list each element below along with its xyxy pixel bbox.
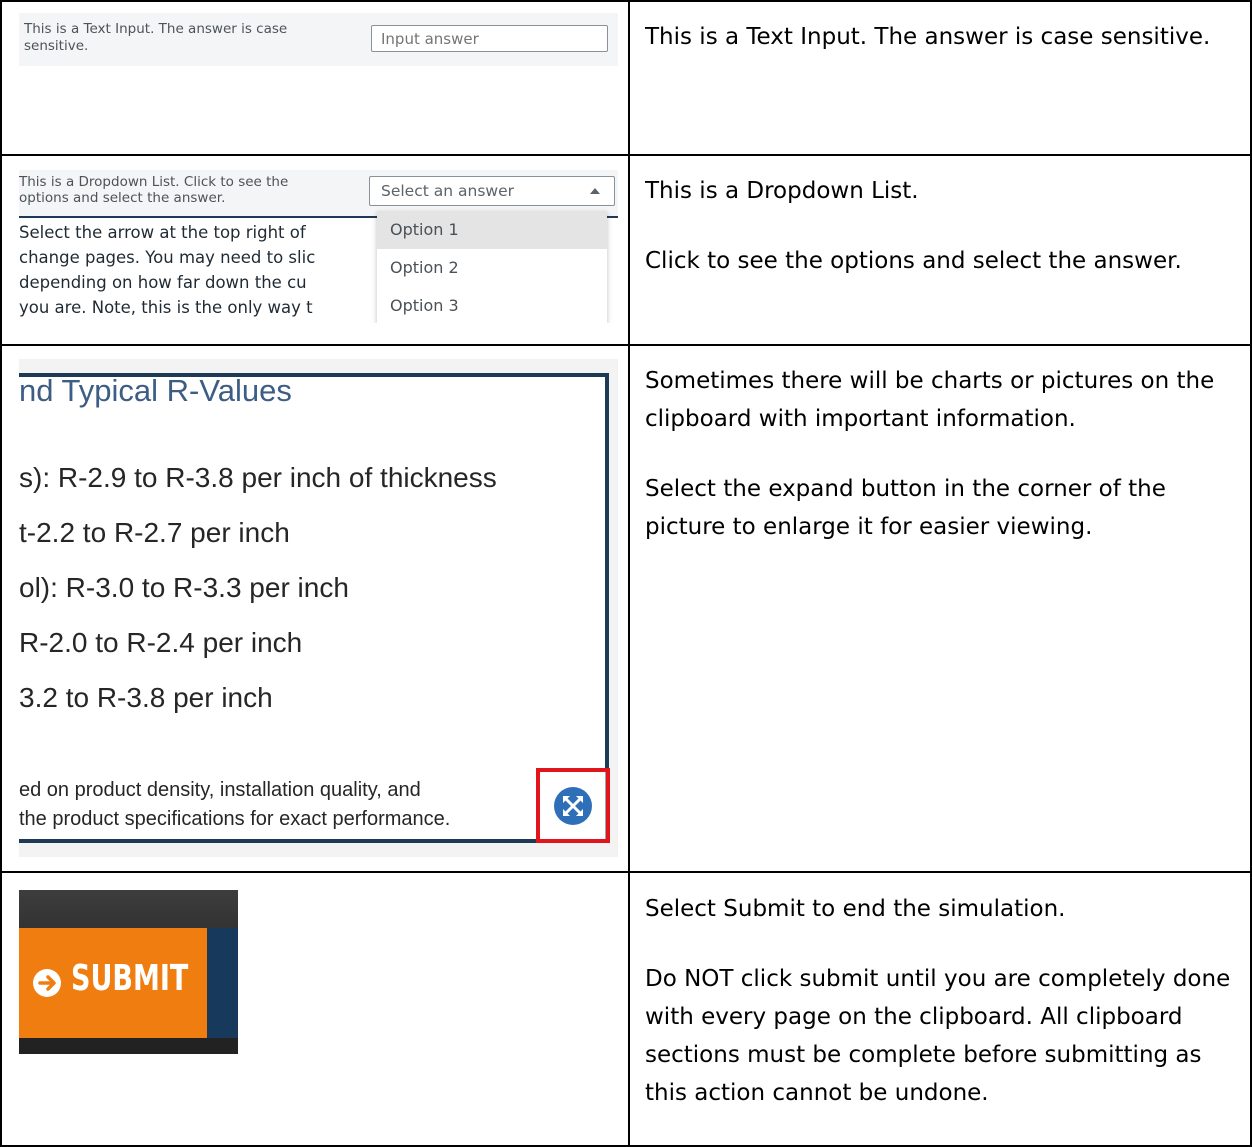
picture-title: nd Typical R-Values [19,373,292,408]
body-line: Select the arrow at the top right of [19,223,306,242]
picture-text-line: s): R-2.9 to R-3.8 per inch of thickness [19,462,497,493]
expand-icon[interactable] [554,787,592,825]
body-line: you are. Note, this is the only way t [19,298,313,317]
grid-line [0,154,1252,156]
clipboard-picture-example: nd Typical R-Values s): R-2.9 to R-3.8 p… [19,359,618,857]
dropdown-selected-value: Select an answer [381,182,514,200]
answer-dropdown[interactable]: Select an answer [369,176,615,206]
dropdown-example: This is a Dropdown List. Click to see th… [19,170,618,323]
clipboard-body-text: Select the arrow at the top right of cha… [19,220,399,320]
submit-label: SUBMIT [71,958,189,999]
body-line: change pages. You may need to slic [19,248,316,267]
dropdown-option[interactable]: Option 1 [377,211,607,249]
dropdown-description: This is a Dropdown List. Click to see th… [645,172,1240,280]
answer-text-input[interactable] [371,25,608,52]
body-line: depending on how far down the cu [19,273,307,292]
expand-arrows-icon [563,796,583,816]
submit-button[interactable]: SUBMIT [19,928,207,1038]
dropdown-question: This is a Dropdown List. Click to see th… [19,174,349,206]
arrow-right-icon [38,975,56,991]
side-panel [207,928,238,1038]
description-paragraph: Select the expand button in the corner o… [645,476,1166,540]
description-paragraph: Sometimes there will be charts or pictur… [645,368,1215,432]
picture-description: Sometimes there will be charts or pictur… [645,362,1235,546]
expand-highlight-box [536,768,610,843]
grid-line [0,0,1252,2]
text-input-example: This is a Text Input. The answer is case… [19,13,618,66]
grid-line [0,871,1252,873]
description-paragraph: This is a Text Input. The answer is case… [645,24,1211,50]
description-paragraph: Do NOT click submit until you are comple… [645,966,1231,1106]
chevron-up-icon [590,188,600,194]
text-input-question: This is a Text Input. The answer is case… [24,21,288,54]
submit-example: SUBMIT [19,890,238,1054]
dropdown-option[interactable]: Option 3 [377,287,607,323]
arrow-right-circle-icon [33,969,61,997]
description-paragraph: This is a Dropdown List. [645,178,919,204]
picture-text-line: R-2.0 to R-2.4 per inch [19,627,303,658]
question-line: This is a Dropdown List. Click to see th… [19,174,289,190]
description-paragraph: Click to see the options and select the … [645,248,1182,274]
picture-text-line: t-2.2 to R-2.7 per inch [19,517,290,548]
picture-text-line: 3.2 to R-3.8 per inch [19,682,273,713]
question-line: options and select the answer. [19,190,226,206]
picture-footnote-line: the product specifications for exact per… [19,808,451,830]
grid-line [0,0,2,1147]
text-input-description: This is a Text Input. The answer is case… [645,18,1235,56]
grid-line [628,0,630,1147]
dropdown-options-list: Option 1 Option 2 Option 3 [377,211,607,323]
picture-frame [19,373,609,843]
submit-description: Select Submit to end the simulation. Do … [645,890,1240,1112]
header-bar [19,890,238,928]
footer-bar [19,1038,238,1054]
description-paragraph: Select Submit to end the simulation. [645,896,1066,922]
picture-footnote-line: ed on product density, installation qual… [19,779,421,801]
grid-line [0,344,1252,346]
picture-text-line: ol): R-3.0 to R-3.3 per inch [19,572,349,603]
dropdown-option[interactable]: Option 2 [377,249,607,287]
